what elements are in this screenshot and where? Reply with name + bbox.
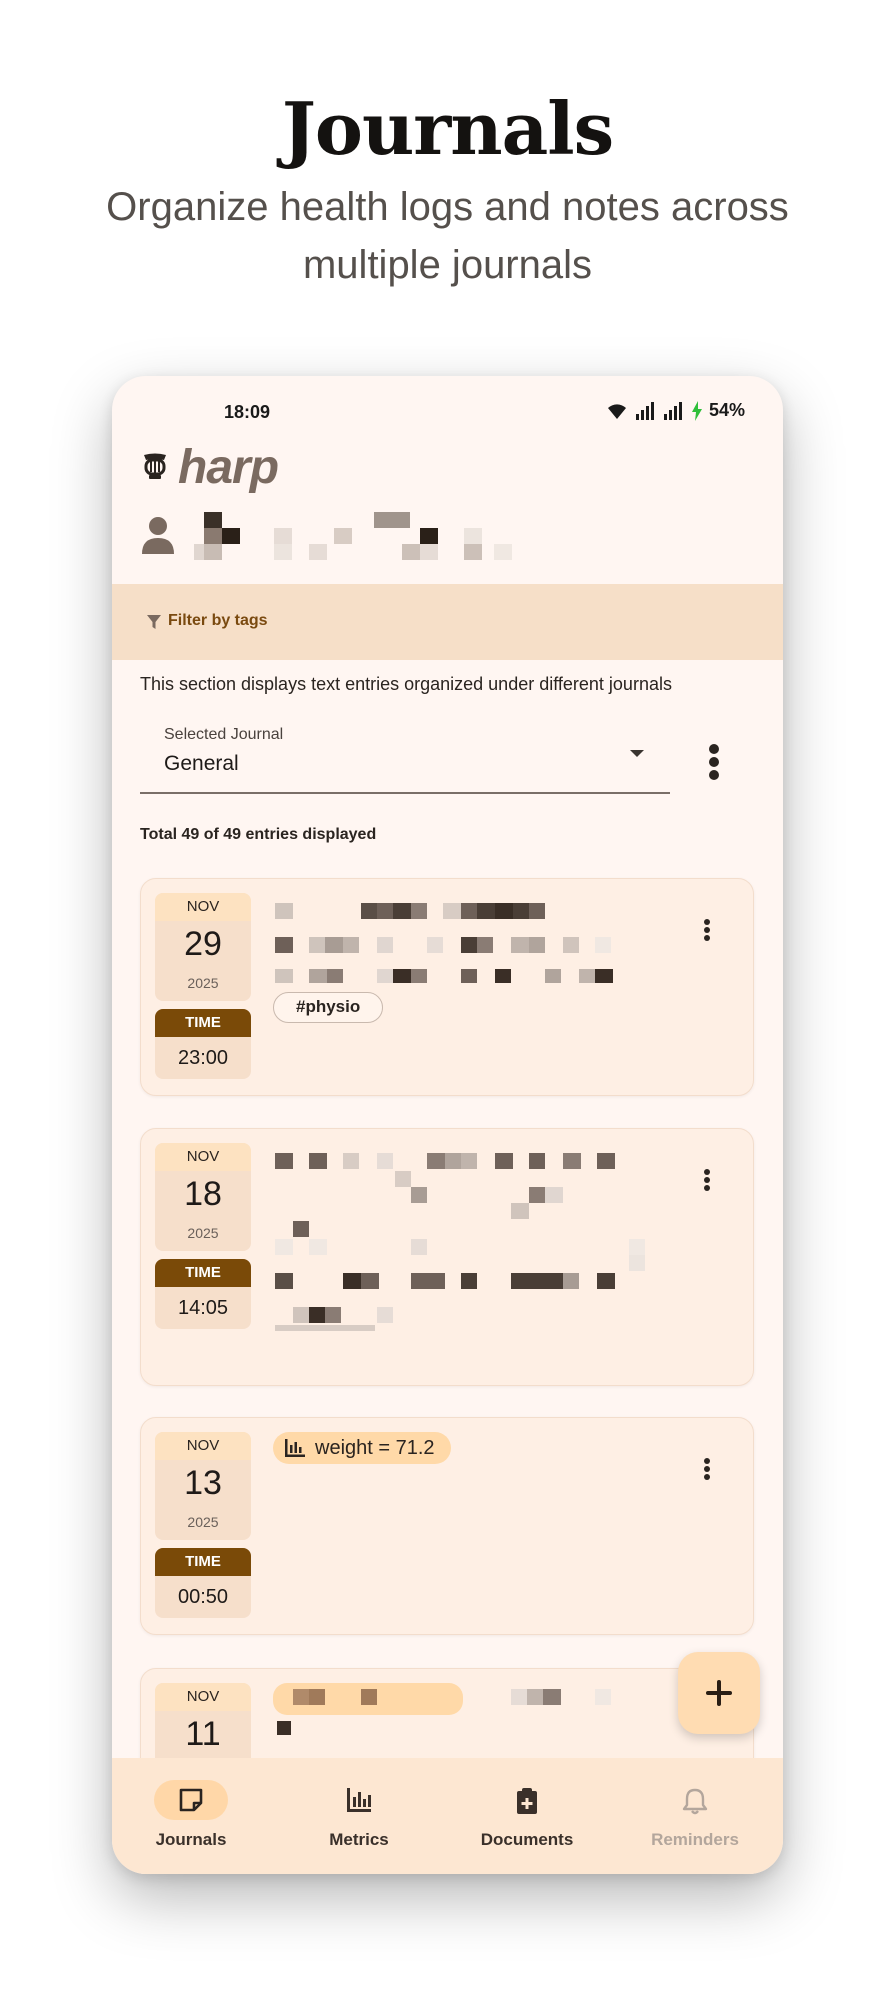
nav-label: Documents bbox=[480, 1830, 574, 1849]
time-box: TIME 14:05 bbox=[155, 1259, 251, 1329]
nav-item-documents[interactable]: Documents bbox=[448, 1758, 616, 1874]
note-icon bbox=[179, 1788, 203, 1812]
entry-card[interactable]: NOV 18 2025 TIME 14:05 bbox=[140, 1128, 754, 1386]
date-box: NOV 18 2025 bbox=[155, 1143, 251, 1251]
more-vert-icon[interactable] bbox=[703, 919, 711, 941]
date-month: NOV bbox=[155, 1143, 251, 1171]
clipboard-plus-icon bbox=[517, 1788, 537, 1814]
nav-item-journals[interactable]: Journals bbox=[112, 1758, 280, 1874]
time-value: 14:05 bbox=[177, 1297, 229, 1319]
person-icon bbox=[142, 517, 174, 554]
time-value: 00:50 bbox=[177, 1586, 229, 1608]
filter-by-tags-label: Filter by tags bbox=[168, 612, 268, 629]
tag-chip[interactable]: #physio bbox=[273, 992, 384, 1023]
time-label: TIME bbox=[155, 1548, 251, 1576]
dropdown-caret-icon bbox=[630, 750, 644, 757]
bar-chart-icon bbox=[285, 1439, 305, 1457]
date-month: NOV bbox=[155, 893, 251, 921]
date-year: 2025 bbox=[187, 1514, 219, 1530]
nav-item-metrics[interactable]: Metrics bbox=[280, 1758, 448, 1874]
date-day: 13 bbox=[184, 1464, 222, 1502]
app-logo: harp bbox=[178, 441, 279, 494]
date-year: 2025 bbox=[187, 975, 219, 991]
bell-icon bbox=[682, 1788, 708, 1815]
time-label: TIME bbox=[155, 1259, 251, 1287]
date-day: 18 bbox=[184, 1175, 222, 1213]
status-icons: 54% bbox=[605, 400, 745, 421]
filter-bar[interactable]: Filter by tags bbox=[112, 584, 783, 660]
metric-value: weight = 71.2 bbox=[315, 1436, 435, 1459]
add-entry-button[interactable] bbox=[678, 1652, 760, 1734]
entry-text-redacted bbox=[275, 903, 613, 983]
charging-icon bbox=[691, 400, 702, 421]
time-box: TIME 23:00 bbox=[155, 1009, 251, 1079]
bar-chart-icon bbox=[347, 1788, 371, 1812]
nav-label: Reminders bbox=[651, 1830, 739, 1849]
nav-item-reminders[interactable]: Reminders bbox=[616, 1758, 783, 1874]
harp-icon bbox=[144, 453, 166, 479]
date-month: NOV bbox=[155, 1683, 251, 1711]
date-box: NOV 29 2025 bbox=[155, 893, 251, 1001]
phone-screen: 18:09 54% harp Filter by tags This secti… bbox=[112, 376, 783, 1874]
date-box: NOV 13 2025 bbox=[155, 1432, 251, 1540]
metric-chip[interactable]: weight = 71.2 bbox=[273, 1432, 451, 1464]
entry-text-redacted bbox=[275, 1153, 645, 1331]
select-label: Selected Journal bbox=[164, 726, 284, 743]
journal-select[interactable]: Selected Journal General bbox=[140, 718, 670, 794]
user-name-redacted bbox=[194, 512, 512, 560]
time-value: 23:00 bbox=[177, 1047, 229, 1069]
nav-label: Metrics bbox=[329, 1830, 389, 1849]
selected-journal: General bbox=[164, 752, 239, 775]
promo-title: Journals bbox=[281, 86, 614, 171]
more-vert-icon[interactable] bbox=[703, 1169, 711, 1191]
wifi-icon bbox=[607, 403, 626, 419]
signal-icon-2 bbox=[663, 401, 682, 420]
more-vert-icon[interactable] bbox=[703, 1458, 711, 1480]
entry-text-redacted bbox=[273, 1683, 611, 1735]
entry-card[interactable]: NOV 29 2025 TIME 23:00 #physio bbox=[140, 878, 754, 1096]
date-year: 2025 bbox=[187, 1225, 219, 1241]
entries-total: Total 49 of 49 entries displayed bbox=[140, 826, 377, 843]
entry-card[interactable]: NOV 13 2025 TIME 00:50 weight = 71.2 bbox=[140, 1417, 754, 1635]
app-header: harp bbox=[112, 436, 783, 496]
status-time: 18:09 bbox=[224, 402, 271, 422]
date-day: 11 bbox=[185, 1715, 221, 1753]
more-vert-icon[interactable] bbox=[708, 744, 720, 780]
battery-level: 54% bbox=[708, 400, 745, 420]
filter-icon bbox=[147, 615, 161, 629]
status-bar: 18:09 54% bbox=[112, 376, 783, 426]
time-box: TIME 00:50 bbox=[155, 1548, 251, 1618]
nav-label: Journals bbox=[155, 1830, 227, 1849]
section-description: This section displays text entries organ… bbox=[140, 674, 672, 694]
promo-subtitle: Organize health logs and notes across mu… bbox=[106, 185, 789, 287]
time-label: TIME bbox=[155, 1009, 251, 1037]
user-row[interactable] bbox=[112, 504, 783, 564]
date-day: 29 bbox=[184, 925, 222, 963]
date-month: NOV bbox=[155, 1432, 251, 1460]
bottom-nav: Journals Metrics Documents Reminders bbox=[112, 1758, 783, 1874]
signal-icon bbox=[635, 401, 654, 420]
